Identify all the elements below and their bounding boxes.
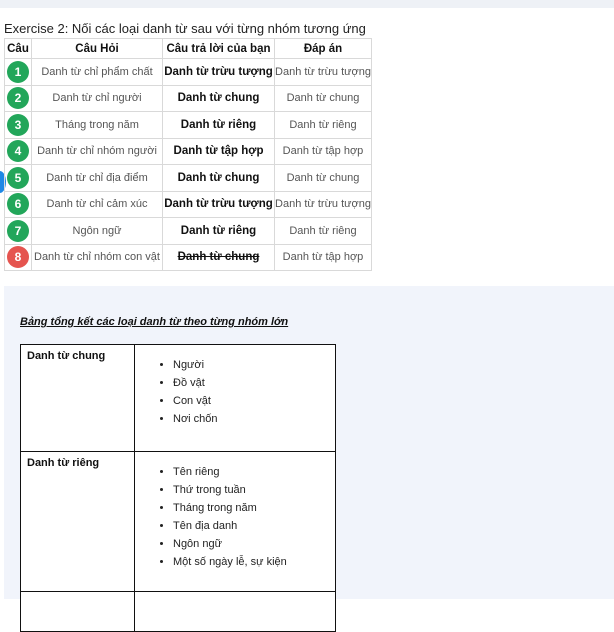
summary-item: Tên riêng [173, 463, 334, 481]
summary-panel: Bảng tổng kết các loại danh từ theo từng… [4, 286, 614, 632]
summary-category: Danh từ riêng [20, 451, 135, 592]
correct-number-badge: 3 [7, 113, 29, 136]
exercise-section: Exercise 2: Nối các loại danh từ sau với… [4, 20, 384, 271]
exercise-row: 7 Ngôn ngữ Danh từ riêng Danh từ riêng [4, 217, 372, 245]
exercise-row: 2 Danh từ chỉ người Danh từ chung Danh từ c… [4, 84, 372, 112]
correct-number-badge: 1 [7, 60, 29, 83]
header-number: Câu [4, 38, 32, 59]
summary-item: Tên địa danh [173, 517, 334, 535]
summary-row [20, 591, 336, 632]
your-answer-cell: Danh từ chung [162, 164, 275, 192]
question-cell: Danh từ chỉ địa điểm [31, 164, 163, 192]
answer-key-cell: Danh từ riêng [274, 111, 372, 139]
summary-category [20, 591, 135, 632]
summary-row: Danh từ chungNgườiĐồ vậtCon vậtNơi chốn [20, 344, 336, 452]
your-answer-cell: Danh từ riêng [162, 217, 275, 245]
exercise-row: 8 Danh từ chỉ nhóm con vật Danh từ chung Da… [4, 243, 372, 271]
exercise-row: 6 Danh từ chỉ cảm xúc Danh từ trừu tượng Da… [4, 190, 372, 218]
answer-key-cell: Danh từ tập hợp [274, 243, 372, 271]
question-cell: Danh từ chỉ nhóm người [31, 137, 163, 165]
row-number-cell: 6 [4, 190, 32, 218]
row-number-cell: 2 [4, 84, 32, 112]
summary-items-cell: NgườiĐồ vậtCon vậtNơi chốn [134, 344, 336, 452]
your-answer-cell: Danh từ chung [162, 243, 275, 271]
header-answer-key: Đáp án [274, 38, 372, 59]
correct-number-badge: 6 [7, 193, 29, 216]
summary-category: Danh từ chung [20, 344, 135, 452]
summary-item-list: NgườiĐồ vậtCon vậtNơi chốn [136, 356, 334, 428]
summary-items-cell [134, 591, 336, 632]
summary-table: Danh từ chungNgườiĐồ vậtCon vậtNơi chốnD… [20, 344, 336, 632]
row-number-cell: 5 [4, 164, 32, 192]
summary-item: Đồ vật [173, 374, 334, 392]
answer-key-cell: Danh từ chung [274, 164, 372, 192]
header-question: Câu Hỏi [31, 38, 163, 59]
question-cell: Tháng trong năm [31, 111, 163, 139]
header-your-answer: Câu trả lời của bạn [162, 38, 275, 59]
correct-number-badge: 7 [7, 219, 29, 242]
summary-item-list: Tên riêngThứ trong tuầnTháng trong nămTê… [136, 463, 334, 571]
summary-item: Thứ trong tuần [173, 481, 334, 499]
correct-number-badge: 2 [7, 87, 29, 110]
summary-row: Danh từ riêngTên riêngThứ trong tuầnThán… [20, 451, 336, 592]
summary-item: Con vật [173, 392, 334, 410]
row-number-cell: 3 [4, 111, 32, 139]
exercise-title: Exercise 2: Nối các loại danh từ sau với… [4, 21, 366, 36]
your-answer-cell: Danh từ riêng [162, 111, 275, 139]
row-number-cell: 1 [4, 58, 32, 86]
your-answer-cell: Danh từ trừu tượng [162, 58, 275, 86]
summary-item: Người [173, 356, 334, 374]
summary-item: Ngôn ngữ [173, 535, 334, 553]
row-number-cell: 4 [4, 137, 32, 165]
correct-number-badge: 4 [7, 140, 29, 163]
answer-key-cell: Danh từ trừu tượng [274, 58, 372, 86]
row-number-cell: 7 [4, 217, 32, 245]
your-answer-cell: Danh từ chung [162, 84, 275, 112]
question-cell: Danh từ chỉ người [31, 84, 163, 112]
top-edge [0, 0, 614, 8]
summary-item: Một số ngày lễ, sự kiện [173, 553, 334, 571]
exercise-header-row: Câu Câu Hỏi Câu trả lời của bạn Đáp án [4, 38, 372, 59]
wrong-number-badge: 8 [7, 246, 29, 269]
answer-key-cell: Danh từ tập hợp [274, 137, 372, 165]
exercise-row: 3 Tháng trong năm Danh từ riêng Danh từ riê… [4, 111, 372, 139]
answer-key-cell: Danh từ trừu tượng [274, 190, 372, 218]
your-answer-cell: Danh từ trừu tượng [162, 190, 275, 218]
answer-key-cell: Danh từ riêng [274, 217, 372, 245]
exercise-row: 1 Danh từ chỉ phẩm chất Danh từ trừu tượng… [4, 58, 372, 86]
exercise-row: 4 Danh từ chỉ nhóm người Danh từ tập hợp Da… [4, 137, 372, 165]
question-cell: Danh từ chỉ cảm xúc [31, 190, 163, 218]
correct-number-badge: 5 [7, 166, 29, 189]
exercise-row: 5 Danh từ chỉ địa điểm Danh từ chung Danh t… [4, 164, 372, 192]
question-cell: Danh từ chỉ phẩm chất [31, 58, 163, 86]
row-number-cell: 8 [4, 243, 32, 271]
answer-key-cell: Danh từ chung [274, 84, 372, 112]
summary-items-cell: Tên riêngThứ trong tuầnTháng trong nămTê… [134, 451, 336, 592]
your-answer-cell: Danh từ tập hợp [162, 137, 275, 165]
summary-item: Tháng trong năm [173, 499, 334, 517]
question-cell: Danh từ chỉ nhóm con vật [31, 243, 163, 271]
summary-item: Nơi chốn [173, 410, 334, 428]
exercise-table: Câu Câu Hỏi Câu trả lời của bạn Đáp án 1… [4, 38, 372, 271]
question-cell: Ngôn ngữ [31, 217, 163, 245]
summary-title: Bảng tổng kết các loại danh từ theo từng… [20, 316, 289, 328]
